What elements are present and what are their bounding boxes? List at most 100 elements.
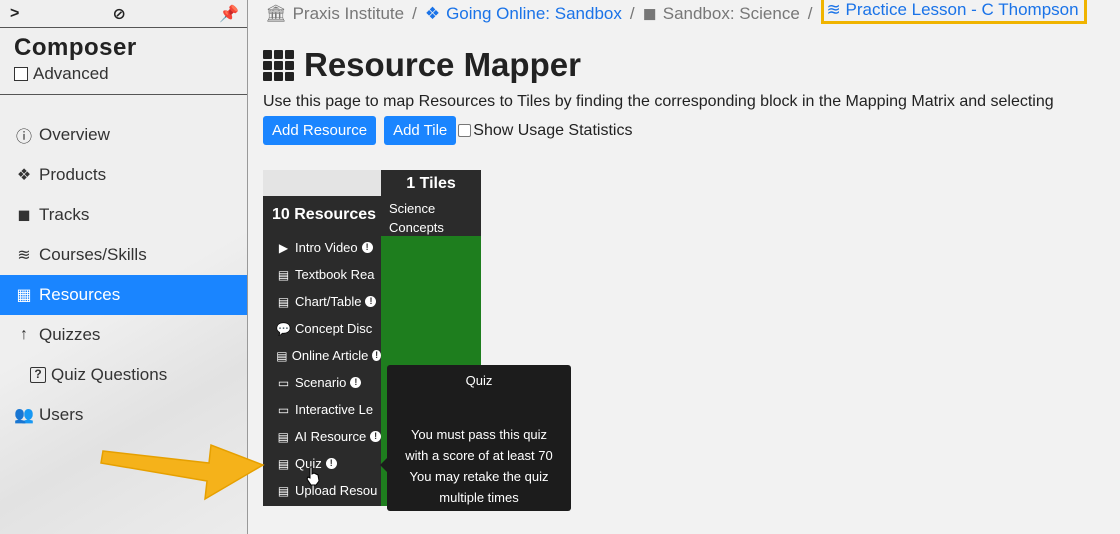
- composer-title: Composer: [14, 34, 137, 61]
- layers-icon: ≋: [826, 0, 841, 19]
- show-usage-label: Show Usage Statistics: [473, 121, 633, 139]
- resource-item[interactable]: ▭ Scenario!: [263, 369, 381, 396]
- resource-item[interactable]: ▤ Quiz!: [263, 450, 381, 477]
- alert-icon[interactable]: !: [361, 242, 373, 253]
- advanced-checkbox[interactable]: [14, 67, 28, 81]
- sidebar-item-quizzes[interactable]: ↑ Quizzes: [0, 315, 247, 355]
- matrix-corner: [263, 170, 381, 196]
- resource-item[interactable]: ▤ Upload Resou: [263, 477, 381, 504]
- resource-item[interactable]: ▤ AI Resource!: [263, 423, 381, 450]
- resource-label: Chart/Table: [295, 294, 362, 309]
- sidebar-item-label: Courses/Skills: [39, 245, 147, 264]
- tiles-count: 1 Tiles: [406, 175, 456, 192]
- sidebar-item-label: Resources: [39, 285, 121, 304]
- page-description: Use this page to map Resources to Tiles …: [263, 93, 1054, 110]
- grid-icon: [263, 49, 294, 81]
- sidebar-item-quiz-questions[interactable]: ? Quiz Questions: [0, 355, 247, 395]
- tooltip-body: You must pass this quiz with a score of …: [387, 424, 571, 508]
- tooltip-arrow: [380, 458, 387, 472]
- breadcrumb-link[interactable]: Practice Lesson - C Thompson: [846, 0, 1079, 19]
- sidebar-item-overview[interactable]: ⓘ Overview: [0, 115, 247, 155]
- presentation-icon: ▭: [277, 375, 290, 390]
- mouse-cursor-icon: [306, 466, 320, 486]
- grid-icon: ▦: [16, 287, 32, 304]
- show-usage-toggle[interactable]: Show Usage Statistics: [458, 122, 632, 140]
- resource-label: Interactive Le: [295, 402, 374, 417]
- tooltip-line: multiple times: [439, 490, 519, 505]
- advanced-toggle[interactable]: Advanced: [14, 64, 233, 84]
- alert-icon[interactable]: !: [350, 377, 362, 388]
- video-icon: ▶: [278, 240, 289, 255]
- cube-icon: ◼: [642, 3, 657, 23]
- sidebar-item-label: Quizzes: [39, 325, 101, 344]
- layers-icon: ≋: [17, 247, 31, 264]
- add-resource-button[interactable]: Add Resource: [263, 116, 377, 145]
- breadcrumb: 🏛 Praxis Institute / ❖ Going Online: San…: [265, 0, 1087, 24]
- tooltip-line: You may retake the quiz: [409, 469, 549, 484]
- resource-item[interactable]: ▭ Interactive Le: [263, 396, 381, 423]
- show-usage-checkbox[interactable]: [458, 124, 472, 137]
- institution-icon: 🏛: [265, 3, 287, 23]
- callout-arrow-icon: [100, 443, 265, 501]
- main-content: 🏛 Praxis Institute / ❖ Going Online: San…: [249, 0, 1120, 534]
- alert-icon[interactable]: !: [370, 431, 381, 442]
- quiz-tooltip: Quiz You must pass this quiz with a scor…: [380, 365, 571, 511]
- tile-name: Science Concepts: [381, 193, 481, 237]
- cubes-icon: ❖: [424, 3, 441, 23]
- info-circle-icon: ⓘ: [15, 129, 32, 146]
- resource-label: AI Resource: [294, 429, 367, 444]
- resource-label: Concept Disc: [295, 321, 373, 336]
- breadcrumb-item: Praxis Institute: [292, 3, 405, 23]
- add-tile-button[interactable]: Add Tile: [384, 116, 457, 145]
- document-icon: ▤: [276, 348, 288, 363]
- resource-item[interactable]: ▶ Intro Video!: [263, 234, 381, 261]
- expand-chevron-icon[interactable]: >: [10, 5, 19, 23]
- breadcrumb-current-highlight[interactable]: ≋ Practice Lesson - C Thompson: [820, 0, 1087, 24]
- tooltip-line: with a score of at least 70: [405, 448, 553, 463]
- alert-icon[interactable]: !: [372, 350, 381, 361]
- sidebar-item-courses-skills[interactable]: ≋ Courses/Skills: [0, 235, 247, 275]
- tooltip-line: You must pass this quiz: [410, 427, 548, 442]
- sidebar-item-label: Tracks: [39, 205, 90, 224]
- document-icon: ▤: [277, 267, 290, 282]
- resource-item[interactable]: ▤ Textbook Rea: [263, 261, 381, 288]
- sidebar-item-tracks[interactable]: ◼ Tracks: [0, 195, 247, 235]
- breadcrumb-separator: /: [412, 3, 417, 23]
- resources-column: 10 Resources ▶ Intro Video! ▤ Textbook Rea…: [263, 196, 381, 506]
- composer-panel: Composer Advanced: [0, 28, 247, 95]
- document-icon: ▤: [277, 483, 290, 498]
- cubes-icon: ❖: [16, 167, 32, 184]
- resource-label: Intro Video: [295, 240, 358, 255]
- document-icon: ▤: [277, 294, 290, 309]
- alert-icon[interactable]: !: [365, 296, 377, 307]
- action-bar: Add Resource Add Tile Show Usage Statist…: [263, 116, 632, 145]
- alert-icon[interactable]: !: [325, 458, 337, 469]
- pin-icon[interactable]: 📌: [219, 4, 239, 24]
- resource-label: Textbook Rea: [295, 267, 375, 282]
- clipboard-icon: ▤: [277, 456, 290, 471]
- resource-item[interactable]: ▤ Chart/Table!: [263, 288, 381, 315]
- resources-header: 10 Resources: [272, 206, 377, 223]
- users-icon: 👥: [14, 407, 34, 424]
- tile-header: 1 Tiles Science Concepts: [381, 170, 481, 236]
- breadcrumb-separator: /: [629, 3, 635, 23]
- breadcrumb-separator: /: [807, 3, 813, 23]
- resource-label: Scenario: [295, 375, 347, 390]
- resource-label: Online Article: [291, 348, 369, 363]
- sidebar-item-products[interactable]: ❖ Products: [0, 155, 247, 195]
- sidebar-nav: ⓘ Overview ❖ Products ◼ Tracks ≋ Courses…: [0, 115, 247, 435]
- presentation-icon: ▭: [277, 402, 290, 417]
- sidebar-item-resources[interactable]: ▦ Resources: [0, 275, 247, 315]
- breadcrumb-link[interactable]: Going Online: Sandbox: [446, 4, 622, 24]
- sidebar-item-label: Quiz Questions: [51, 365, 168, 384]
- cube-icon: ◼: [17, 207, 31, 224]
- clipboard-icon: ▤: [277, 429, 290, 444]
- resource-item[interactable]: ▤ Online Article!: [263, 342, 381, 369]
- resource-item[interactable]: 💬 Concept Disc: [263, 315, 381, 342]
- advanced-label: Advanced: [33, 64, 109, 83]
- sidebar-item-label: Users: [39, 405, 84, 424]
- sidebar-toolbar: > ⊘ 📌: [0, 0, 247, 28]
- arrow-up-icon: ↑: [20, 326, 28, 343]
- tile-name-line: Science: [389, 201, 436, 216]
- block-icon[interactable]: ⊘: [113, 4, 126, 24]
